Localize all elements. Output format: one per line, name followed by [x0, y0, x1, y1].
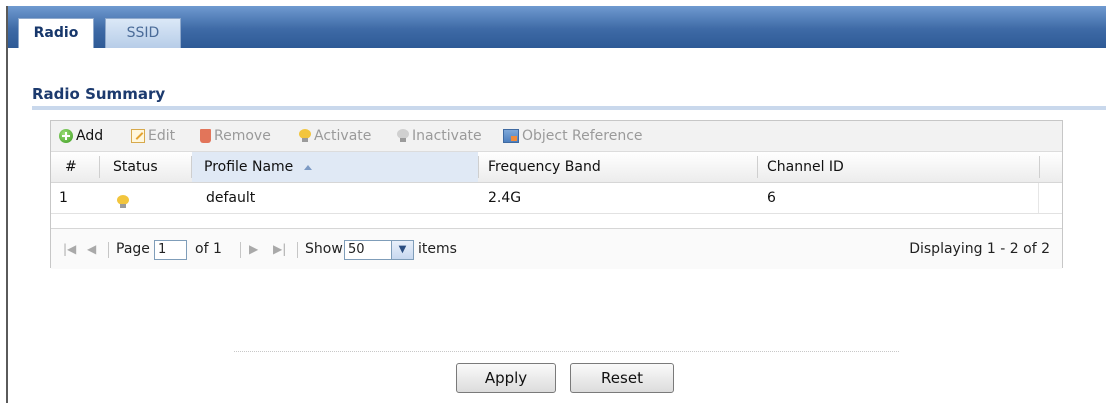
pager-separator	[297, 242, 298, 258]
table-header: # Status Profile Name Frequency Band Cha…	[51, 152, 1062, 183]
object-reference-button[interactable]: Object Reference	[503, 121, 643, 151]
column-header-frequency-band[interactable]: Frequency Band	[488, 152, 601, 182]
row-index: 1	[59, 190, 68, 206]
previous-page-icon[interactable]: ◀	[87, 229, 96, 269]
edit-button[interactable]: Edit	[131, 121, 175, 151]
profile-name-header-label: Profile Name	[204, 159, 294, 175]
add-icon	[59, 129, 73, 143]
pagination-bar: |◀ ◀ Page 1 of 1 ▶ ▶| Show 50 ▼ items Di…	[51, 228, 1062, 269]
page-label: Page	[116, 241, 150, 257]
section-title: Radio Summary	[32, 85, 166, 103]
apply-button[interactable]: Apply	[456, 363, 556, 393]
object-reference-label: Object Reference	[522, 128, 643, 144]
row-channel-id: 6	[767, 190, 776, 206]
edit-icon	[131, 129, 145, 143]
trash-icon	[200, 129, 211, 143]
lightbulb-on-icon	[299, 129, 311, 143]
footer-divider	[234, 351, 899, 353]
column-header-status[interactable]: Status	[113, 152, 158, 182]
grid-toolbar: Add Edit Remove Activate Inactivate Obje…	[51, 121, 1062, 152]
page-number-input[interactable]: 1	[154, 240, 187, 260]
column-separator[interactable]	[1039, 156, 1040, 178]
show-label: Show	[305, 241, 343, 257]
add-label: Add	[76, 128, 104, 144]
tab-bar: Radio SSID	[8, 6, 1106, 48]
row-trailing-cell	[1038, 183, 1062, 213]
column-header-channel-id[interactable]: Channel ID	[767, 152, 844, 182]
radio-summary-grid: Add Edit Remove Activate Inactivate Obje…	[50, 120, 1063, 269]
items-per-page-select[interactable]: 50	[344, 240, 392, 260]
remove-label: Remove	[214, 128, 271, 144]
tab-ssid[interactable]: SSID	[105, 18, 181, 48]
activate-button[interactable]: Activate	[299, 121, 371, 151]
activate-label: Activate	[314, 128, 372, 144]
displaying-count: Displaying 1 - 2 of 2	[909, 241, 1050, 257]
row-profile-name: default	[206, 190, 256, 206]
remove-button[interactable]: Remove	[200, 121, 271, 151]
column-header-profile-name[interactable]: Profile Name	[192, 152, 478, 182]
next-page-icon[interactable]: ▶	[249, 229, 258, 269]
reset-button[interactable]: Reset	[570, 363, 674, 393]
row-frequency-band: 2.4G	[488, 190, 522, 206]
items-label: items	[418, 241, 457, 257]
sort-ascending-icon	[303, 164, 312, 170]
inactivate-button[interactable]: Inactivate	[397, 121, 482, 151]
last-page-icon[interactable]: ▶|	[273, 229, 286, 269]
pager-separator	[240, 242, 241, 258]
page-count-label: of 1	[195, 241, 222, 257]
object-reference-icon	[503, 129, 519, 143]
chevron-down-icon[interactable]: ▼	[392, 240, 414, 260]
lightbulb-off-icon	[397, 129, 409, 143]
status-lightbulb-icon	[117, 183, 131, 213]
section-divider	[32, 106, 1106, 110]
inactivate-label: Inactivate	[412, 128, 482, 144]
column-separator[interactable]	[478, 156, 479, 178]
pager-separator	[108, 242, 109, 258]
column-header-index[interactable]: #	[65, 152, 77, 182]
first-page-icon[interactable]: |◀	[63, 229, 76, 269]
app-frame: Radio SSID Radio Summary Add Edit Remove…	[6, 6, 1106, 403]
edit-label: Edit	[148, 128, 176, 144]
column-separator[interactable]	[99, 156, 100, 178]
add-button[interactable]: Add	[59, 121, 103, 151]
column-separator[interactable]	[757, 156, 758, 178]
table-row[interactable]: 1 default 2.4G 6	[51, 183, 1062, 214]
tab-radio[interactable]: Radio	[18, 18, 94, 48]
